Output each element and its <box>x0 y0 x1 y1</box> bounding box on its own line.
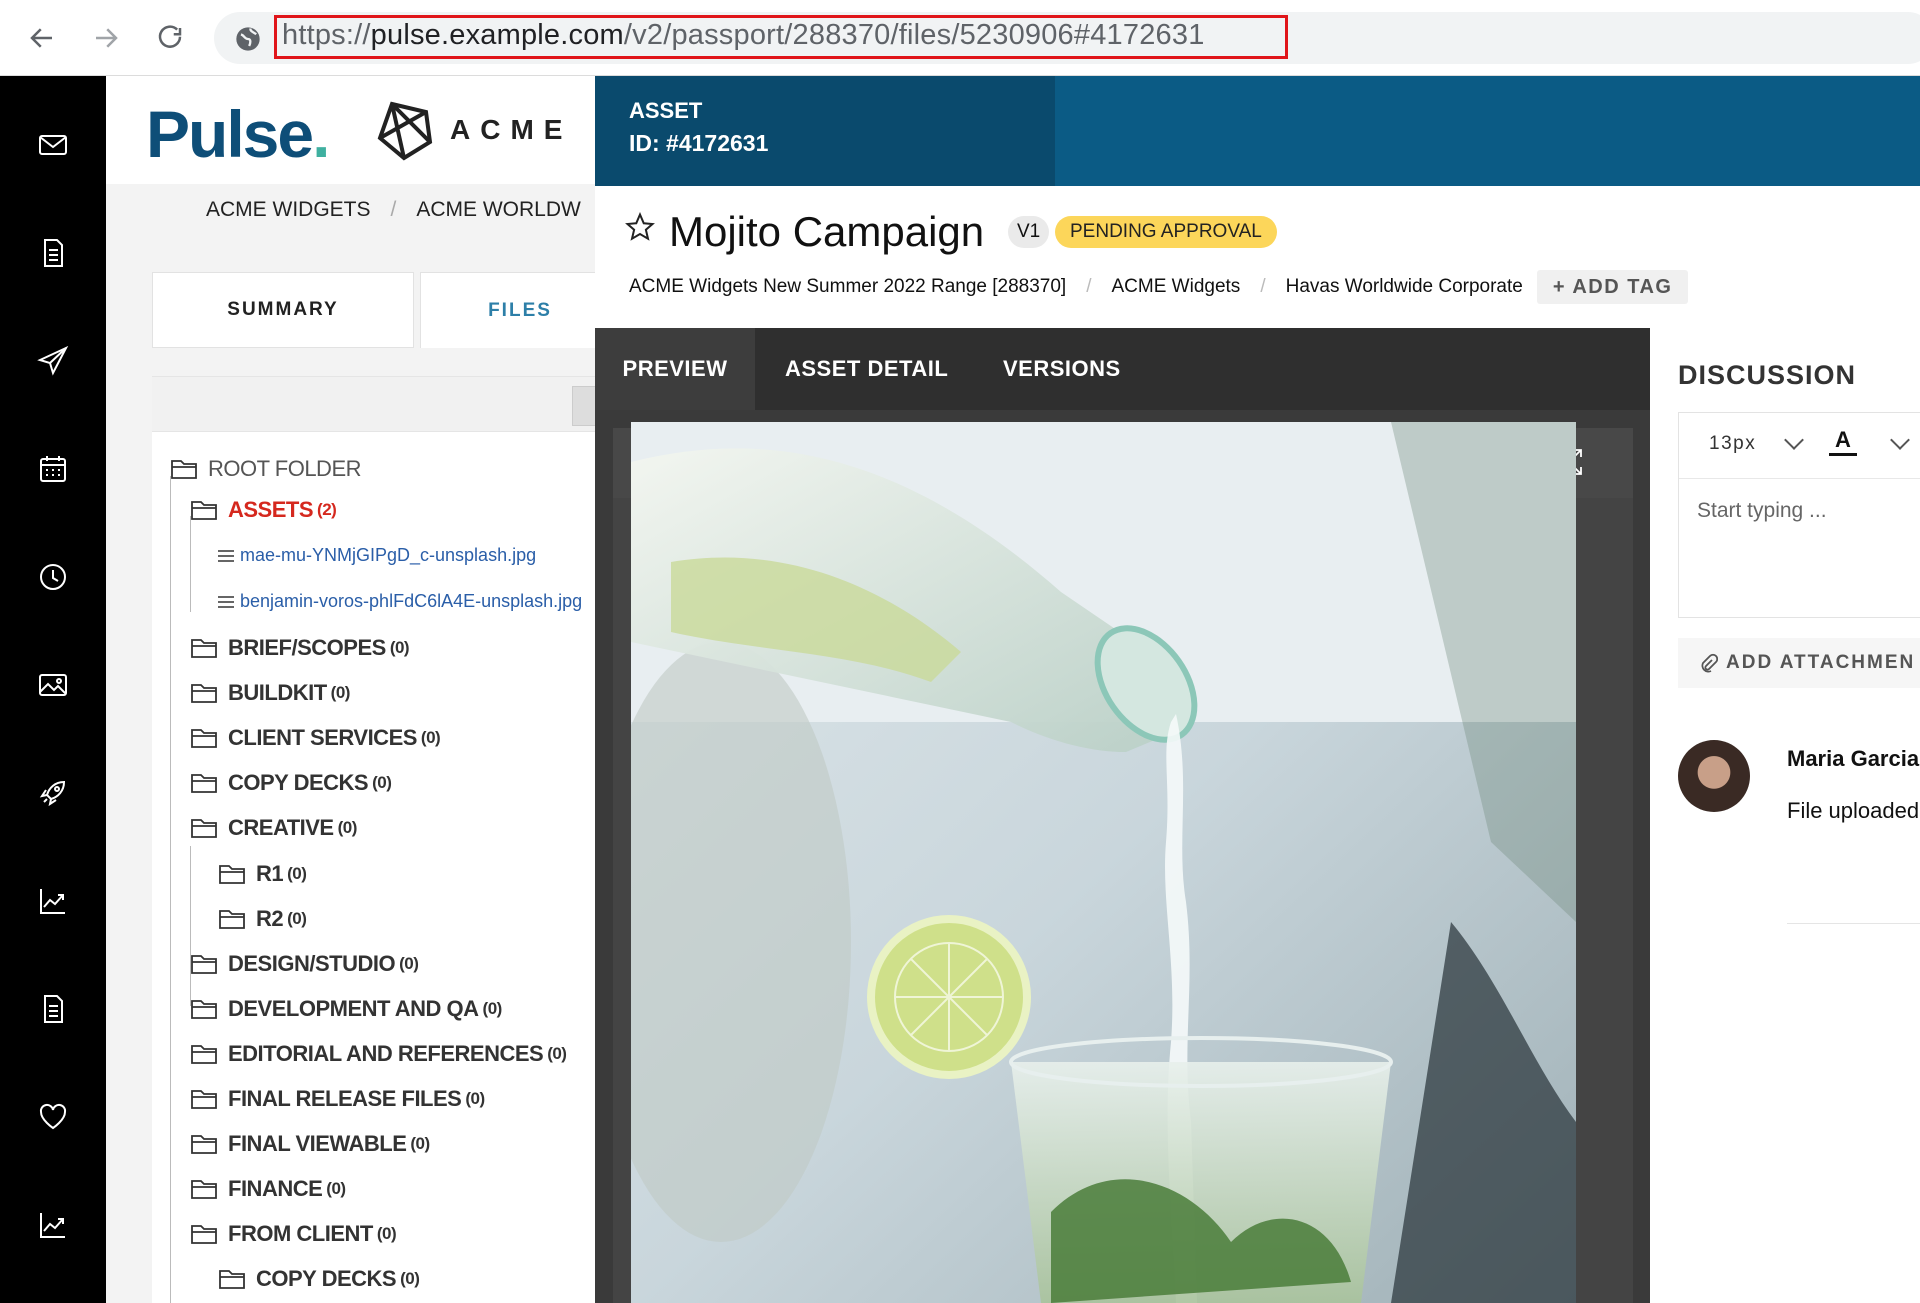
paperclip-icon <box>1701 653 1718 673</box>
document-icon[interactable] <box>36 236 70 270</box>
tab-versions[interactable]: VERSIONS <box>1003 328 1121 410</box>
breadcrumb-item[interactable]: ACME WORLDW <box>416 198 581 221</box>
calendar-icon[interactable] <box>36 452 70 486</box>
back-icon[interactable] <box>22 18 62 58</box>
file-lines-icon <box>218 595 234 608</box>
url-path: /v2/passport/288370/files/5230906#417263… <box>623 19 1205 51</box>
chevron-down-icon[interactable] <box>1890 430 1910 450</box>
tree-file[interactable]: mae-mu-YNMjGIPgD_c-unsplash.jpg <box>218 545 536 566</box>
tree-folder[interactable]: CLIENT SERVICES (0) <box>190 725 441 751</box>
mail-icon[interactable] <box>36 128 70 162</box>
discussion-panel: DISCUSSION 13px A Start typing ... ADD A… <box>1650 328 1920 1303</box>
asset-project[interactable]: ACME Widgets New Summer 2022 Range [2883… <box>629 276 1066 298</box>
asset-label: ASSET <box>629 98 703 123</box>
asset-title: Mojito Campaign <box>669 208 985 255</box>
tree-folder[interactable]: FINANCE (0) <box>190 1176 346 1202</box>
tab-preview[interactable]: PREVIEW <box>595 328 755 410</box>
tree-folder[interactable]: FROM CLIENT (0) <box>190 1221 397 1247</box>
send-icon[interactable] <box>36 344 70 378</box>
rocket-icon[interactable] <box>36 776 70 810</box>
tab-files[interactable]: FILES <box>420 272 595 348</box>
divider <box>1787 923 1920 924</box>
tree-folder[interactable]: BRIEF/SCOPES (0) <box>190 635 410 661</box>
tree-folder[interactable]: R2 (0) <box>218 906 307 932</box>
logo-bar: Pulse. ACME <box>106 76 595 184</box>
tree-folder-assets[interactable]: ASSETS (2) <box>190 497 337 523</box>
image-icon[interactable] <box>36 668 70 702</box>
app-nav-rail <box>0 76 106 1303</box>
tree-folder[interactable]: DESIGN/STUDIO (0) <box>190 951 419 977</box>
reload-icon[interactable] <box>150 18 190 58</box>
tree-root-folder[interactable]: ROOT FOLDER <box>170 456 362 482</box>
tree-folder[interactable]: FINAL VIEWABLE (0) <box>190 1131 430 1157</box>
tree-folder[interactable]: COPY DECKS (0) <box>218 1266 420 1292</box>
tree-folder[interactable]: COPY DECKS (0) <box>190 770 392 796</box>
acme-logo-mark <box>377 101 433 161</box>
comment-text: File uploaded <box>1787 798 1920 823</box>
toolbar-button[interactable] <box>572 386 595 426</box>
asset-meta: ACME Widgets New Summer 2022 Range [2883… <box>629 270 1689 304</box>
tab-asset-detail[interactable]: ASSET DETAIL <box>785 328 948 410</box>
comment-author: Maria Garcia <box>1787 746 1920 771</box>
tree-folder[interactable]: R1 (0) <box>218 861 307 887</box>
tree-folder[interactable]: CREATIVE (0) <box>190 815 357 841</box>
asset-agency[interactable]: Havas Worldwide Corporate <box>1286 276 1523 298</box>
favorite-star-icon[interactable] <box>625 212 655 242</box>
tree-folder[interactable]: EDITORIAL AND REFERENCES (0) <box>190 1041 567 1067</box>
tree-folder[interactable]: BUILDKIT (0) <box>190 680 350 706</box>
clock-icon[interactable] <box>36 560 70 594</box>
asset-client[interactable]: ACME Widgets <box>1112 276 1241 298</box>
forward-icon[interactable] <box>86 18 126 58</box>
file-lines-icon <box>218 549 234 562</box>
tree-folder[interactable]: FINAL RELEASE FILES (0) <box>190 1086 485 1112</box>
preview-tabs: PREVIEW ASSET DETAIL VERSIONS <box>595 328 1650 410</box>
tree-guide <box>170 476 171 1303</box>
editor-toolbar: 13px A <box>1679 413 1920 479</box>
project-panel: Pulse. ACME ACME WIDGETS / ACME WORLDW SUM… <box>106 76 595 1303</box>
tree-folder[interactable]: DEVELOPMENT AND QA (0) <box>190 996 502 1022</box>
browser-toolbar: https://pulse.example.com/v2/passport/28… <box>0 0 1920 76</box>
url-scheme: https:// <box>282 19 371 51</box>
tree-file[interactable]: benjamin-voros-phlFdC6lA4E-unsplash.jpg <box>218 591 582 612</box>
url-host: pulse.example.com <box>370 19 624 51</box>
globe-icon <box>236 27 260 51</box>
asset-header: ASSET ID: #4172631 <box>595 76 1920 186</box>
add-tag-button[interactable]: + ADD TAG <box>1536 270 1689 304</box>
analytics-icon[interactable] <box>36 1208 70 1242</box>
heart-icon[interactable] <box>36 1100 70 1134</box>
status-badge: PENDING APPROVAL <box>1055 216 1277 248</box>
acme-logo-text: ACME <box>450 114 573 145</box>
add-attachment-button[interactable]: ADD ATTACHMEN <box>1678 638 1920 688</box>
version-badge[interactable]: V1 <box>1008 216 1050 248</box>
breadcrumb: ACME WIDGETS / ACME WORLDW <box>206 198 581 221</box>
asset-overlay: ASSET ID: #4172631 Mojito Campaign V1 PE… <box>595 76 1920 1303</box>
pulse-logo[interactable]: Pulse. <box>146 96 330 172</box>
add-attachment-label: ADD ATTACHMEN <box>1726 652 1916 673</box>
tree-guide <box>190 516 191 612</box>
url-text[interactable]: https://pulse.example.com/v2/passport/28… <box>282 19 1205 52</box>
files-toolbar <box>152 376 595 432</box>
avatar[interactable] <box>1678 740 1750 812</box>
tree-guide <box>190 846 191 1006</box>
chart-icon[interactable] <box>36 884 70 918</box>
report-icon[interactable] <box>36 992 70 1026</box>
comment-editor[interactable]: 13px A Start typing ... <box>1678 412 1920 618</box>
asset-id: ID: #4172631 <box>629 130 769 156</box>
font-color-picker[interactable]: A <box>1829 427 1857 456</box>
tab-summary[interactable]: SUMMARY <box>152 272 414 348</box>
comment-input[interactable]: Start typing ... <box>1697 499 1827 523</box>
chevron-down-icon[interactable] <box>1784 430 1804 450</box>
discussion-title: DISCUSSION <box>1678 360 1857 390</box>
asset-preview-image <box>631 422 1576 1303</box>
breadcrumb-item[interactable]: ACME WIDGETS <box>206 198 371 221</box>
font-size-select[interactable]: 13px <box>1709 433 1756 455</box>
